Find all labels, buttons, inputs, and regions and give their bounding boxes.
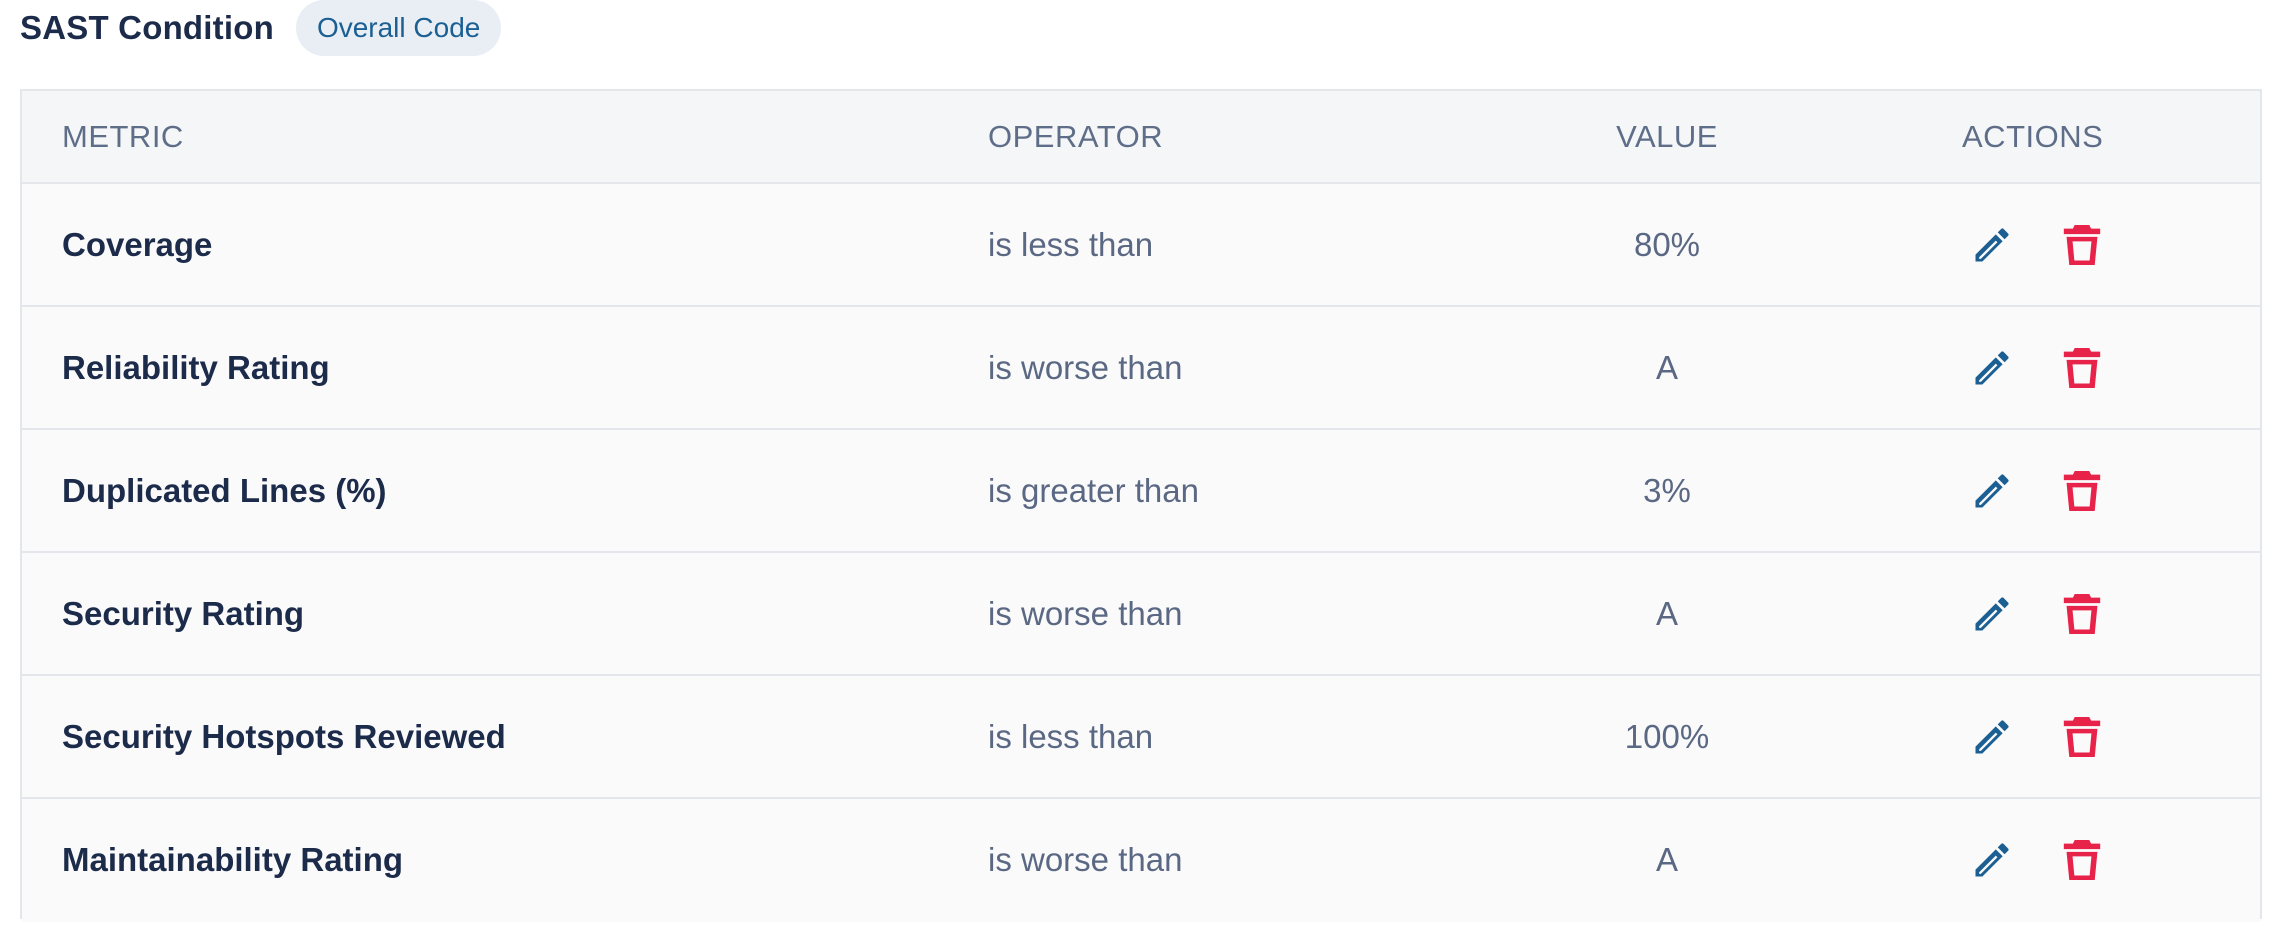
pencil-icon [1975, 842, 2009, 876]
operator-cell: is worse than [988, 840, 1183, 878]
operator-cell: is worse than [988, 348, 1183, 386]
edit-button[interactable] [1962, 215, 2022, 275]
column-header-metric: METRIC [62, 118, 184, 154]
table-row: Maintainability Rating is worse than A [22, 799, 2260, 922]
pencil-icon [1975, 227, 2009, 261]
row-actions [1962, 307, 2112, 428]
value-cell: A [1655, 840, 1678, 878]
row-actions [1962, 676, 2112, 797]
delete-button[interactable] [2052, 215, 2112, 275]
pencil-icon [1975, 719, 2009, 753]
trash-icon [2063, 839, 2101, 880]
trash-icon [2063, 347, 2101, 388]
section-header: SAST Condition Overall Code [20, 0, 502, 56]
row-actions [1962, 430, 2112, 551]
scope-badge: Overall Code [295, 0, 502, 56]
delete-button[interactable] [2052, 830, 2112, 890]
trash-icon [2063, 224, 2101, 265]
metric-cell: Duplicated Lines (%) [62, 471, 387, 509]
delete-button[interactable] [2052, 584, 2112, 644]
trash-icon [2063, 593, 2101, 634]
delete-button[interactable] [2052, 338, 2112, 398]
table-row: Security Hotspots Reviewed is less than … [22, 676, 2260, 799]
metric-cell: Coverage [62, 225, 213, 263]
metric-cell: Reliability Rating [62, 348, 330, 386]
pencil-icon [1975, 350, 2009, 384]
table-row: Coverage is less than 80% [22, 184, 2260, 307]
edit-button[interactable] [1962, 338, 2022, 398]
value-cell: 80% [1633, 225, 1701, 263]
table-row: Reliability Rating is worse than A [22, 307, 2260, 430]
value-cell: 3% [1643, 471, 1691, 509]
column-header-value: VALUE [1616, 118, 1718, 154]
table-header: METRIC OPERATOR VALUE ACTIONS [22, 91, 2260, 184]
operator-cell: is greater than [988, 471, 1199, 509]
edit-button[interactable] [1962, 830, 2022, 890]
row-actions [1962, 799, 2112, 920]
operator-cell: is less than [988, 225, 1154, 263]
edit-button[interactable] [1962, 461, 2022, 521]
row-actions [1962, 184, 2112, 305]
pencil-icon [1975, 596, 2009, 630]
metric-cell: Security Rating [62, 594, 305, 632]
value-cell: 100% [1624, 717, 1710, 755]
delete-button[interactable] [2052, 461, 2112, 521]
pencil-icon [1975, 473, 2009, 507]
operator-cell: is worse than [988, 594, 1183, 632]
delete-button[interactable] [2052, 707, 2112, 767]
trash-icon [2063, 470, 2101, 511]
trash-icon [2063, 716, 2101, 757]
value-cell: A [1655, 348, 1678, 386]
conditions-table: METRIC OPERATOR VALUE ACTIONS Coverage i… [20, 89, 2262, 922]
metric-cell: Security Hotspots Reviewed [62, 717, 506, 755]
table-row: Duplicated Lines (%) is greater than 3% [22, 430, 2260, 553]
operator-cell: is less than [988, 717, 1154, 755]
column-header-operator: OPERATOR [988, 118, 1164, 154]
column-header-actions: ACTIONS [1962, 118, 2104, 154]
row-actions [1962, 553, 2112, 674]
edit-button[interactable] [1962, 584, 2022, 644]
page-title: SAST Condition [20, 9, 274, 46]
metric-cell: Maintainability Rating [62, 840, 404, 878]
table-row: Security Rating is worse than A [22, 553, 2260, 676]
edit-button[interactable] [1962, 707, 2022, 767]
value-cell: A [1655, 594, 1678, 632]
